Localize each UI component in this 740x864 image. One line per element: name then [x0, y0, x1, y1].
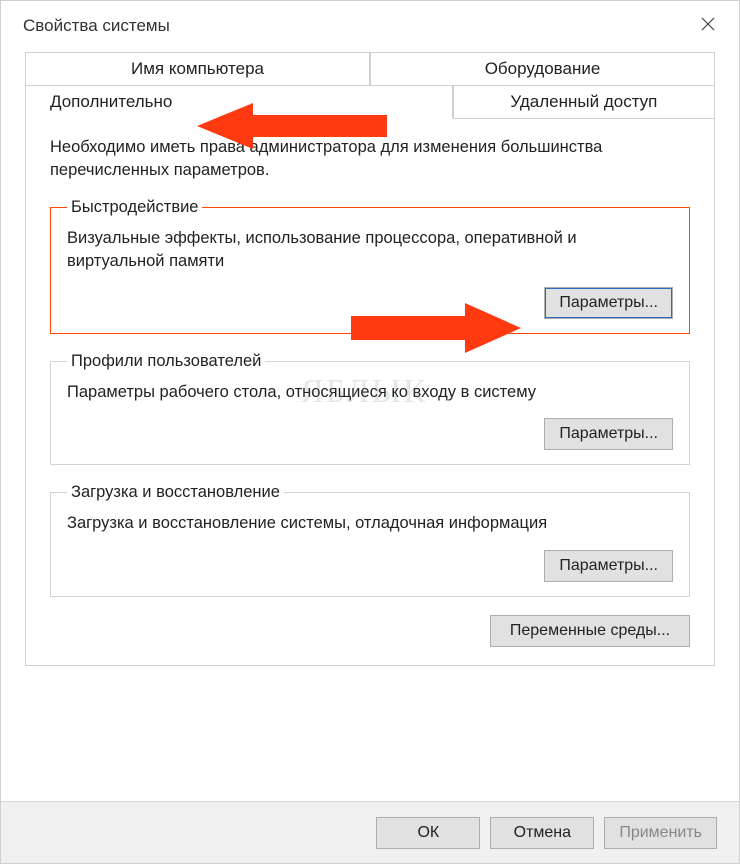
group-startup: Загрузка и восстановление Загрузка и вос…: [50, 483, 690, 596]
group-performance: Быстродействие Визуальные эффекты, испол…: [50, 198, 690, 334]
window-title: Свойства системы: [23, 16, 170, 36]
startup-settings-button[interactable]: Параметры...: [544, 550, 673, 582]
tab-advanced[interactable]: Дополнительно: [25, 85, 453, 119]
admin-notice-text: Необходимо иметь права администратора дл…: [50, 136, 690, 182]
tab-hardware[interactable]: Оборудование: [370, 52, 715, 86]
environment-variables-button[interactable]: Переменные среды...: [490, 615, 690, 647]
group-performance-desc: Визуальные эффекты, использование процес…: [67, 227, 673, 273]
profiles-settings-button[interactable]: Параметры...: [544, 418, 673, 450]
group-performance-legend: Быстродействие: [67, 198, 202, 217]
group-profiles-legend: Профили пользователей: [67, 352, 265, 371]
tab-computer-name[interactable]: Имя компьютера: [25, 52, 370, 86]
apply-button[interactable]: Применить: [604, 817, 717, 849]
ok-button[interactable]: ОК: [376, 817, 480, 849]
cancel-button[interactable]: Отмена: [490, 817, 594, 849]
group-startup-desc: Загрузка и восстановление системы, отлад…: [67, 512, 673, 535]
group-profiles-desc: Параметры рабочего стола, относящиеся ко…: [67, 381, 673, 404]
tab-panel-advanced: Необходимо иметь права администратора дл…: [25, 118, 715, 666]
tab-remote[interactable]: Удаленный доступ: [453, 85, 715, 119]
performance-settings-button[interactable]: Параметры...: [544, 287, 673, 319]
dialog-footer: ОК Отмена Применить: [1, 801, 739, 863]
group-profiles: Профили пользователей Параметры рабочего…: [50, 352, 690, 465]
group-startup-legend: Загрузка и восстановление: [67, 483, 284, 502]
close-icon[interactable]: [691, 11, 725, 40]
